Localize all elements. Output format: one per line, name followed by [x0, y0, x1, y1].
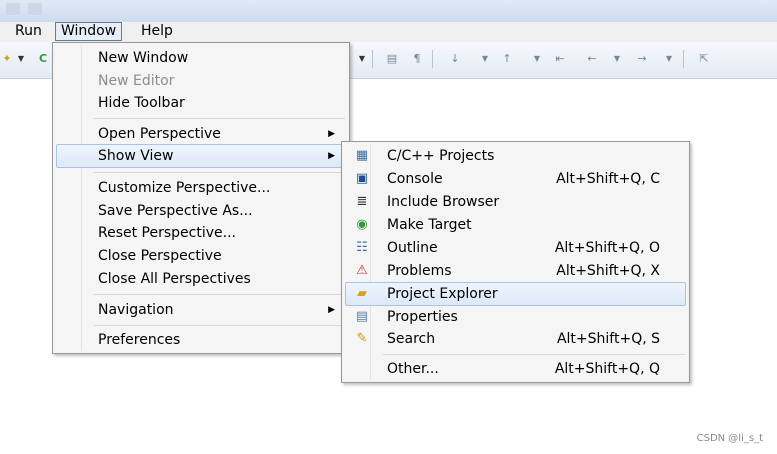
menu-item-label: Properties [387, 309, 458, 325]
dropdown-arrow-icon[interactable]: ▼ [530, 52, 544, 65]
view-item-console[interactable]: ▣ Console Alt+Shift+Q, C [345, 167, 686, 191]
submenu-arrow-icon: ▶ [328, 305, 335, 315]
shortcut-label: Alt+Shift+Q, X [556, 263, 660, 279]
menu-item-new-editor: New Editor [56, 69, 346, 93]
shortcut-label: Alt+Shift+Q, S [556, 331, 660, 347]
menu-item-navigation[interactable]: Navigation ▶ [56, 298, 346, 322]
menu-item-customize-perspective[interactable]: Customize Perspective... [56, 176, 346, 200]
dropdown-arrow-icon[interactable]: ▼ [662, 52, 676, 65]
view-item-properties[interactable]: ▤ Properties [345, 305, 686, 329]
menu-item-label: Project Explorer [387, 286, 498, 302]
window-menu: New Window New Editor Hide Toolbar Open … [52, 42, 350, 354]
new-wizard-icon[interactable]: ✦ [0, 52, 14, 65]
view-item-other[interactable]: Other... Alt+Shift+Q, Q [345, 357, 686, 381]
dropdown-arrow-icon[interactable]: ▼ [14, 52, 28, 65]
title-bar [0, 0, 777, 22]
menu-separator [94, 294, 345, 295]
menu-item-label: Preferences [98, 332, 181, 348]
properties-icon: ▤ [355, 309, 369, 324]
menu-item-label: Show View [98, 148, 174, 164]
dropdown-arrow-icon[interactable]: ▼ [478, 52, 492, 65]
toolbar-separator [432, 50, 433, 68]
menu-item-label: Include Browser [387, 194, 500, 210]
dropdown-arrow-icon[interactable]: ▼ [610, 52, 624, 65]
watermark: CSDN @li_s_t [696, 433, 763, 444]
shortcut-label: Alt+Shift+Q, O [554, 240, 660, 256]
menu-item-save-perspective-as[interactable]: Save Perspective As... [56, 199, 346, 223]
pin-editor-icon[interactable]: ⇱ [697, 52, 711, 65]
include-browser-icon: ≣ [356, 194, 368, 209]
search-icon: ✎ [356, 331, 368, 346]
submenu-arrow-icon: ▶ [328, 129, 335, 139]
next-annotation-icon[interactable]: ↓ [448, 52, 462, 65]
menu-item-label: Customize Perspective... [98, 180, 271, 196]
menu-item-label: Open Perspective [98, 126, 221, 142]
run-icon[interactable]: C [36, 52, 50, 65]
dropdown-arrow-icon[interactable]: ▼ [355, 52, 369, 65]
menu-item-open-perspective[interactable]: Open Perspective ▶ [56, 122, 346, 146]
view-item-make-target[interactable]: ◉ Make Target [345, 213, 686, 237]
menu-item-new-window[interactable]: New Window [56, 46, 346, 70]
view-item-search[interactable]: ✎ Search Alt+Shift+Q, S [345, 327, 686, 351]
menu-item-label: Problems [387, 263, 452, 279]
menu-item-hide-toolbar[interactable]: Hide Toolbar [56, 91, 346, 115]
menu-bar: Run Window Help [0, 22, 777, 42]
menu-item-label: New Editor [98, 73, 175, 89]
menu-item-close-perspective[interactable]: Close Perspective [56, 244, 346, 268]
menu-item-label: Close All Perspectives [98, 271, 251, 287]
folder-icon: ▰ [357, 286, 367, 301]
menu-item-label: Outline [387, 240, 438, 256]
menu-item-label: Make Target [387, 217, 472, 233]
submenu-arrow-icon: ▶ [328, 151, 335, 161]
problems-icon: ⚠ [356, 263, 368, 278]
menu-run[interactable]: Run [10, 23, 47, 40]
make-target-icon: ◉ [356, 217, 368, 232]
back-icon[interactable]: ← [585, 52, 599, 65]
menu-item-label: C/C++ Projects [387, 148, 495, 164]
menu-item-label: Console [387, 171, 443, 187]
menu-separator [94, 118, 345, 119]
last-edit-icon[interactable]: ⇤ [553, 52, 567, 65]
menu-item-label: New Window [98, 50, 189, 66]
menu-item-reset-perspective[interactable]: Reset Perspective... [56, 221, 346, 245]
console-icon: ▣ [355, 171, 369, 186]
menu-item-label: Close Perspective [98, 248, 222, 264]
menu-item-label: Navigation [98, 302, 174, 318]
menu-item-close-all-perspectives[interactable]: Close All Perspectives [56, 267, 346, 291]
view-item-project-explorer[interactable]: ▰ Project Explorer [345, 282, 686, 306]
toggle-mark-icon[interactable]: ¶ [410, 52, 424, 65]
menu-window[interactable]: Window [55, 22, 123, 41]
view-item-problems[interactable]: ⚠ Problems Alt+Shift+Q, X [345, 259, 686, 283]
toolbar-separator [683, 50, 684, 68]
menu-item-label: Save Perspective As... [98, 203, 253, 219]
menu-separator [383, 354, 685, 355]
view-item-include-browser[interactable]: ≣ Include Browser [345, 190, 686, 214]
menu-help[interactable]: Help [136, 23, 178, 40]
window-control-icon[interactable] [28, 3, 42, 15]
shortcut-label: Alt+Shift+Q, Q [554, 361, 660, 377]
menu-item-label: Other... [387, 361, 439, 377]
menu-item-preferences[interactable]: Preferences [56, 328, 346, 352]
view-item-outline[interactable]: ☷ Outline Alt+Shift+Q, O [345, 236, 686, 260]
menu-item-label: Reset Perspective... [98, 225, 236, 241]
shortcut-label: Alt+Shift+Q, C [556, 171, 660, 187]
menu-item-show-view[interactable]: Show View ▶ [56, 144, 346, 168]
view-item-cpp-projects[interactable]: ▦ C/C++ Projects [345, 144, 686, 168]
outline-icon: ☷ [356, 240, 368, 255]
menu-separator [94, 172, 345, 173]
cpp-projects-icon: ▦ [355, 148, 369, 163]
toggle-block-icon[interactable]: ▤ [385, 52, 399, 65]
prev-annotation-icon[interactable]: ↑ [500, 52, 514, 65]
menu-item-label: Hide Toolbar [98, 95, 185, 111]
menu-item-label: Search [387, 331, 436, 347]
show-view-submenu: ▦ C/C++ Projects ▣ Console Alt+Shift+Q, … [341, 141, 690, 383]
menu-separator [94, 325, 345, 326]
forward-icon[interactable]: → [635, 52, 649, 65]
window-control-icon[interactable] [6, 3, 20, 15]
toolbar-separator [372, 50, 373, 68]
